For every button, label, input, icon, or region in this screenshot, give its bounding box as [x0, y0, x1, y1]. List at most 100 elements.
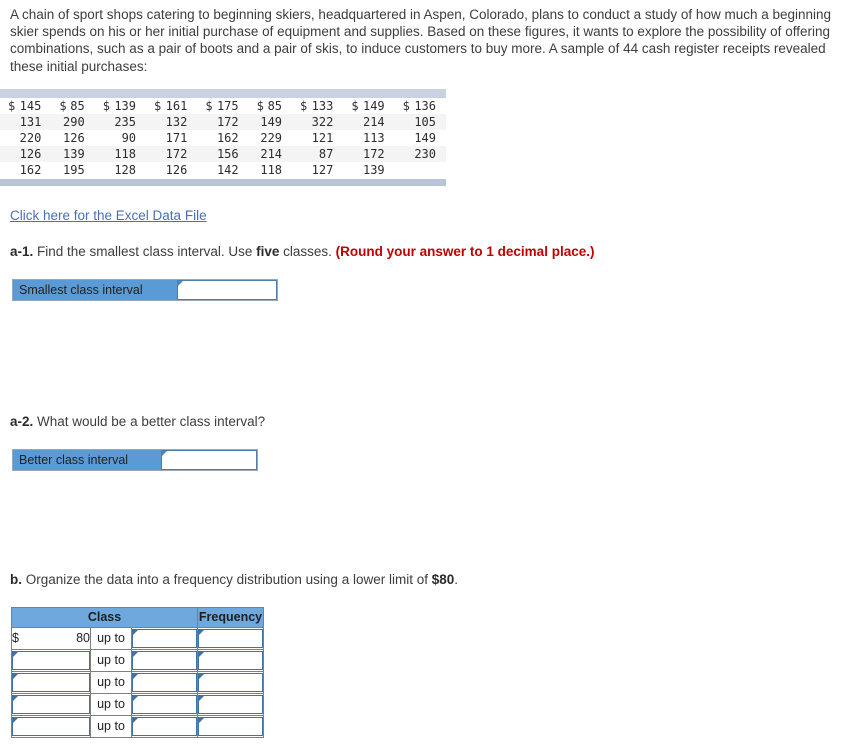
- data-cell: 139: [51, 145, 95, 162]
- purchase-data-table: $145 $85 $139 $161 $175 $85 $133 $149 $136 131 290…: [0, 88, 446, 186]
- freq-frequency-input[interactable]: [199, 695, 262, 713]
- data-cell: 290: [51, 113, 95, 130]
- smallest-class-interval-input[interactable]: [178, 280, 276, 299]
- data-cell: 131: [0, 113, 52, 130]
- data-cell: 127: [311, 162, 334, 177]
- freq-lower-limit-input-wrap[interactable]: [12, 716, 90, 736]
- freq-frequency-cell[interactable]: [197, 648, 264, 672]
- question-a2-tag: a-2.: [10, 413, 34, 429]
- freq-lower-limit-cell[interactable]: [11, 692, 91, 716]
- data-cell: 195: [63, 162, 85, 177]
- freq-lower-limit-input[interactable]: [13, 717, 89, 735]
- data-cell: 149: [248, 113, 293, 130]
- freq-frequency-input-wrap[interactable]: [198, 628, 263, 648]
- freq-lower-limit-input[interactable]: [13, 673, 89, 691]
- data-cell: 87: [292, 145, 344, 162]
- freq-lower-limit-static: $80: [11, 626, 91, 650]
- freq-lower-limit-input[interactable]: [13, 695, 89, 713]
- question-a1-emphasis: five: [256, 243, 280, 259]
- better-class-interval-label: Better class interval: [13, 449, 161, 470]
- freq-frequency-input[interactable]: [199, 629, 262, 647]
- freq-upper-limit-input-wrap[interactable]: [132, 716, 197, 736]
- data-cell: $133: [300, 98, 334, 113]
- currency-symbol: $: [12, 631, 19, 646]
- data-row: 126 139 118 172 156 214 87 172 230: [0, 145, 446, 162]
- freq-frequency-cell[interactable]: [197, 670, 264, 694]
- freq-upper-limit-input-wrap[interactable]: [132, 650, 197, 670]
- freq-frequency-input[interactable]: [199, 717, 262, 735]
- question-b-text: b. Organize the data into a frequency di…: [10, 571, 855, 589]
- freq-upper-limit-input-wrap[interactable]: [132, 672, 197, 692]
- question-a1-rounding-note: (Round your answer to 1 decimal place.): [335, 243, 595, 259]
- freq-lower-limit-cell[interactable]: [11, 714, 91, 738]
- frequency-distribution-table: Class Frequency $80 up to up to up to up to u…: [11, 606, 264, 738]
- data-cell: $149: [351, 98, 385, 113]
- data-cell: 230: [394, 145, 446, 162]
- question-a1-text: a-1. Find the smallest class interval. U…: [10, 243, 855, 261]
- data-cell: $136: [402, 98, 436, 113]
- frequency-distribution-table-wrap: Class Frequency $80 up to up to up to up to u…: [11, 606, 855, 738]
- freq-row: up to: [11, 648, 264, 672]
- freq-lower-limit-input-wrap[interactable]: [12, 672, 90, 692]
- data-cell: 139: [362, 162, 385, 177]
- table-bottom-bar: [0, 178, 446, 186]
- data-cell: $85: [59, 98, 85, 113]
- freq-upper-limit-input[interactable]: [133, 673, 196, 691]
- freq-frequency-input-wrap[interactable]: [198, 650, 263, 670]
- data-cell: 172: [146, 145, 198, 162]
- freq-up-to-label: up to: [90, 714, 132, 738]
- freq-frequency-cell[interactable]: [197, 692, 264, 716]
- freq-upper-limit-input-wrap[interactable]: [132, 628, 197, 648]
- freq-frequency-input-wrap[interactable]: [198, 672, 263, 692]
- better-class-interval-input[interactable]: [162, 450, 256, 469]
- data-cell: 121: [311, 130, 334, 145]
- freq-lower-limit-input-wrap[interactable]: [12, 650, 90, 670]
- smallest-class-interval-label: Smallest class interval: [13, 279, 177, 300]
- question-b-emphasis: $80: [431, 571, 455, 587]
- excel-data-file-link[interactable]: Click here for the Excel Data File: [10, 208, 207, 223]
- data-row: $145 $85 $139 $161 $175 $85 $133 $149 $136: [0, 98, 446, 114]
- data-cell: 220: [19, 130, 42, 145]
- freq-frequency-input[interactable]: [199, 651, 262, 669]
- question-a2-text: a-2. What would be a better class interv…: [10, 413, 855, 431]
- freq-up-to-label: up to: [90, 692, 132, 716]
- freq-upper-limit-cell[interactable]: [131, 692, 198, 716]
- freq-upper-limit-input[interactable]: [133, 717, 196, 735]
- freq-upper-limit-cell[interactable]: [131, 626, 198, 650]
- data-cell: 142: [216, 162, 239, 177]
- data-row: 131 290 235 132 172 149 322 214 105: [0, 113, 446, 130]
- freq-up-to-label: up to: [90, 626, 132, 650]
- freq-frequency-cell[interactable]: [197, 714, 264, 738]
- question-a2-body: What would be a better class interval?: [33, 413, 266, 429]
- data-cell: $175: [205, 98, 239, 113]
- freq-upper-limit-input[interactable]: [133, 695, 196, 713]
- better-class-interval-input-wrap[interactable]: [161, 449, 257, 470]
- freq-upper-limit-cell[interactable]: [131, 714, 198, 738]
- data-cell: 229: [260, 130, 283, 145]
- data-cell: 132: [146, 113, 198, 130]
- freq-upper-limit-cell[interactable]: [131, 648, 198, 672]
- freq-frequency-cell[interactable]: [197, 626, 264, 650]
- freq-lower-limit-input-wrap[interactable]: [12, 694, 90, 714]
- freq-frequency-input-wrap[interactable]: [198, 694, 263, 714]
- freq-frequency-input-wrap[interactable]: [198, 716, 263, 736]
- freq-upper-limit-input[interactable]: [133, 651, 196, 669]
- freq-lower-limit-input[interactable]: [13, 651, 89, 669]
- data-cell: $85: [256, 98, 283, 113]
- freq-upper-limit-input[interactable]: [133, 629, 196, 647]
- data-cell: 126: [165, 162, 188, 177]
- freq-lower-limit-cell[interactable]: [11, 670, 91, 694]
- data-cell: 171: [165, 130, 188, 145]
- data-cell: 162: [216, 130, 239, 145]
- data-cell: 90: [121, 130, 137, 145]
- freq-upper-limit-cell[interactable]: [131, 670, 198, 694]
- data-cell: 172: [197, 113, 249, 130]
- freq-upper-limit-input-wrap[interactable]: [132, 694, 197, 714]
- question-a1-body: Find the smallest class interval. Use: [33, 243, 257, 259]
- freq-up-to-label: up to: [90, 648, 132, 672]
- data-cell: 105: [394, 113, 446, 130]
- freq-frequency-input[interactable]: [199, 673, 262, 691]
- freq-lower-limit-cell[interactable]: [11, 648, 91, 672]
- data-cell: 156: [197, 145, 249, 162]
- smallest-class-interval-input-wrap[interactable]: [177, 279, 277, 300]
